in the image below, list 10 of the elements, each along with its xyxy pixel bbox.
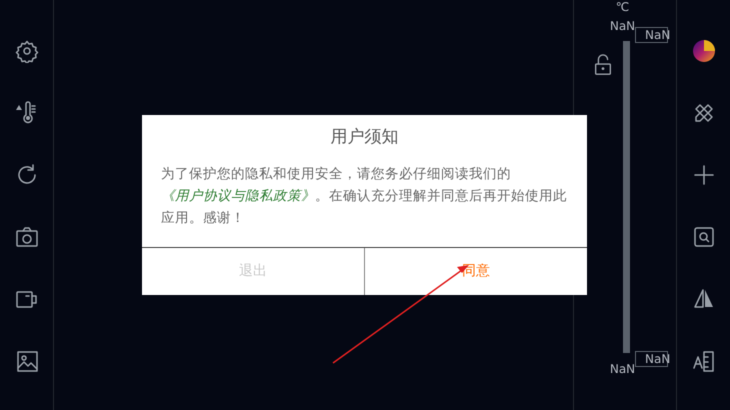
upper-marker-label: NaN: [635, 27, 668, 43]
dialog-message: 为了保护您的隐私和使用安全，请您务必仔细阅读我们的 《用户协议与隐私政策》。在确认充分理解并同意后再开始使用此应用。感谢！: [161, 165, 568, 228]
policy-link[interactable]: 《用户协议与隐私政策》: [161, 188, 315, 204]
dialog-title: 用户须知: [330, 126, 400, 149]
lower-marker-label: NaN: [635, 351, 668, 367]
settings-icon[interactable]: [14, 38, 40, 64]
max-temperature-reading: NaN: [610, 19, 636, 33]
unit-label: ℃: [616, 0, 630, 14]
min-temperature-reading: NaN: [610, 362, 636, 376]
color-palette-icon[interactable]: [690, 38, 716, 64]
